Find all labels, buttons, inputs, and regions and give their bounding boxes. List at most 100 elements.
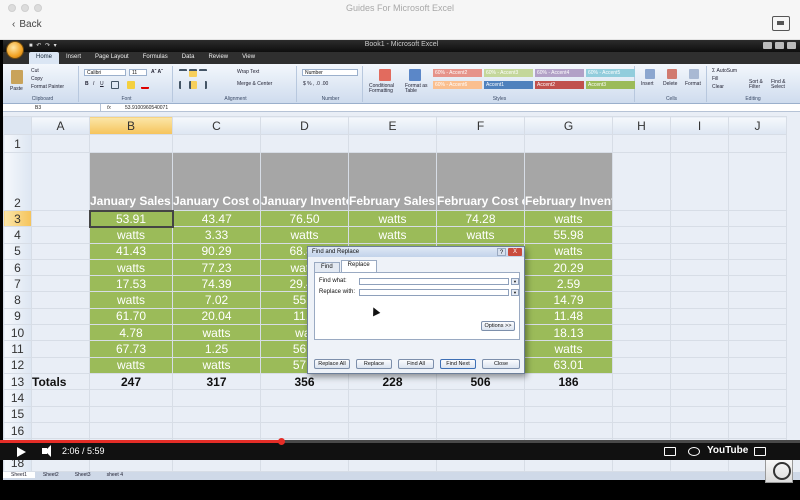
row-header-11[interactable]: 11 [3,340,32,358]
data-cell[interactable]: 43.47 [172,209,261,228]
cell[interactable] [612,405,671,423]
cell[interactable] [89,405,173,423]
column-header-a[interactable]: A [31,116,90,135]
delete-cells-icon[interactable] [667,69,677,79]
cell[interactable] [728,209,787,228]
column-title-cell[interactable]: February Inventory on Hand [524,152,613,211]
sheet-tab[interactable]: Sheet1 [3,472,35,478]
cell[interactable] [436,405,525,423]
cell[interactable] [31,275,90,293]
cell[interactable] [524,389,613,407]
cell[interactable] [260,389,349,407]
cell[interactable] [728,134,787,153]
cell[interactable] [670,389,729,407]
cell[interactable] [612,275,671,293]
paste-icon[interactable] [11,70,23,84]
row-header-8[interactable]: 8 [3,291,32,309]
data-cell[interactable]: watts [89,356,173,374]
align-left-icon[interactable] [179,81,187,89]
column-title-cell[interactable]: February Cost of Goods Sold [436,152,525,211]
data-cell[interactable]: 20.04 [172,307,261,326]
row-header-5[interactable]: 5 [3,242,32,260]
cell[interactable] [31,242,90,260]
cell[interactable] [728,242,787,260]
cell[interactable] [612,134,671,153]
middle-align-icon[interactable] [189,69,197,77]
data-cell[interactable]: 3.33 [172,226,261,244]
row-header-9[interactable]: 9 [3,307,32,326]
cell[interactable] [728,275,787,293]
cell[interactable] [670,275,729,293]
cell[interactable] [670,324,729,342]
replace-with-input[interactable] [359,289,509,296]
find-next-button[interactable]: Find Next [440,359,476,369]
cell[interactable] [172,405,261,423]
row-header-15[interactable]: 15 [3,405,32,423]
data-cell[interactable]: 90.29 [172,242,261,260]
cell[interactable] [612,421,671,440]
cell-style-chip[interactable]: Accent2 [535,81,584,89]
cell[interactable] [260,405,349,423]
cell[interactable] [728,340,787,358]
office-button-icon[interactable] [6,41,24,59]
insert-cells-icon[interactable] [645,69,655,79]
data-cell[interactable]: watts [89,258,173,277]
cell-style-chip[interactable]: 60% - Accent6 [433,81,482,89]
total-cell[interactable]: 506 [436,372,525,391]
cell[interactable] [670,134,729,153]
cell[interactable] [612,340,671,358]
underline-icon[interactable]: U [100,81,104,87]
cell[interactable] [31,356,90,374]
restore-icon[interactable] [775,42,784,49]
total-cell[interactable]: 247 [89,372,173,391]
total-cell[interactable]: 356 [260,372,349,391]
formula-input[interactable]: 53.9100960540071 [125,104,168,112]
cell[interactable] [670,258,729,277]
cell[interactable] [670,152,729,211]
cell[interactable] [31,134,90,153]
cell[interactable] [524,405,613,423]
merge-center-button[interactable]: Merge & Center [237,81,272,87]
column-header-i[interactable]: I [670,116,729,135]
volume-icon[interactable] [42,445,51,457]
total-cell[interactable]: 228 [348,372,437,391]
cell[interactable] [612,356,671,374]
cell[interactable] [31,291,90,309]
cell[interactable] [612,242,671,260]
data-cell[interactable]: watts [172,356,261,374]
cell[interactable] [31,421,90,440]
row-header-14[interactable]: 14 [3,389,32,407]
format-cells-icon[interactable] [689,69,699,79]
sheet-tab[interactable]: Sheet2 [35,472,67,478]
conditional-formatting-icon[interactable] [379,69,391,81]
data-cell[interactable]: 61.70 [89,307,173,326]
fx-icon[interactable]: fx [107,104,111,112]
cell[interactable] [31,324,90,342]
cell[interactable] [31,258,90,277]
cell[interactable] [89,134,173,153]
column-header-g[interactable]: G [524,116,613,135]
cell[interactable] [728,258,787,277]
cell[interactable] [728,291,787,309]
cell-style-chip[interactable]: Accent3 [586,81,635,89]
cell[interactable] [260,134,349,153]
cell[interactable] [670,209,729,228]
data-cell[interactable]: 4.78 [89,324,173,342]
replace-button[interactable]: Replace [356,359,392,369]
align-center-icon[interactable] [189,81,197,89]
cell[interactable] [670,405,729,423]
data-cell[interactable]: watts [89,291,173,309]
data-cell[interactable]: watts [348,226,437,244]
copy-button[interactable]: Copy [31,76,43,82]
cell[interactable] [670,356,729,374]
captions-icon[interactable] [664,447,676,456]
cell[interactable] [260,421,349,440]
data-cell[interactable]: 1.25 [172,340,261,358]
data-cell[interactable]: watts [524,242,613,260]
cell[interactable] [728,152,787,211]
ribbon-tab-home[interactable]: Home [29,52,60,64]
total-cell[interactable]: 317 [172,372,261,391]
fill-color-icon[interactable] [127,81,135,89]
cell[interactable] [612,152,671,211]
ribbon-tab-formulas[interactable]: Formulas [136,52,175,64]
